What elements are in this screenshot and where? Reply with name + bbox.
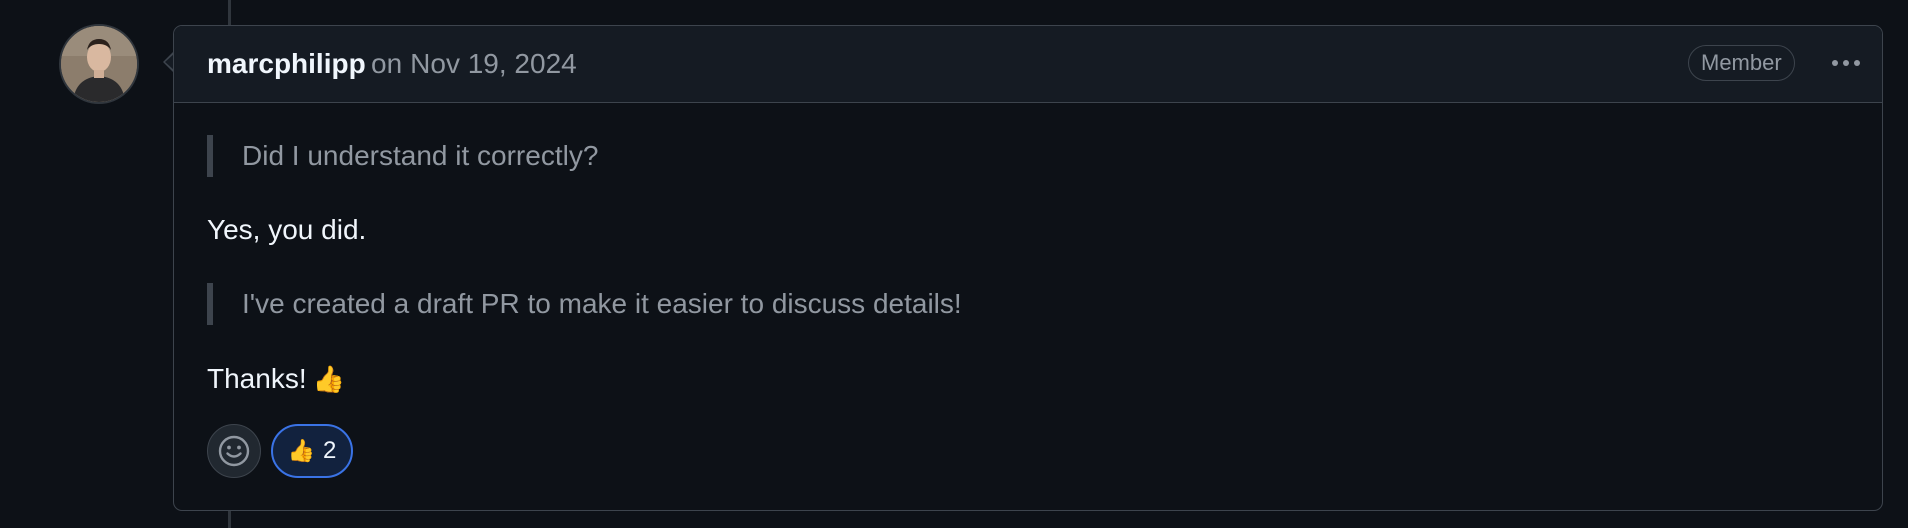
comment-card: marcphilipp on Nov 19, 2024 Member Did I …: [173, 25, 1883, 511]
reaction-count: 2: [323, 437, 337, 464]
avatar[interactable]: [59, 24, 139, 104]
comment-paragraph: Yes, you did.: [207, 214, 367, 245]
more-dot: [1843, 60, 1849, 66]
comment-timestamp[interactable]: on Nov 19, 2024: [371, 48, 577, 80]
quoted-text: Did I understand it correctly?: [207, 135, 598, 177]
on-word: on: [371, 48, 403, 79]
quoted-text: I've created a draft PR to make it easie…: [207, 283, 962, 325]
avatar-image: [61, 26, 137, 102]
comment-paragraph-text: Thanks!: [207, 363, 307, 394]
kebab-horizontal-icon[interactable]: [1826, 49, 1866, 77]
member-role-badge: Member: [1688, 45, 1795, 81]
timeline-page: marcphilipp on Nov 19, 2024 Member Did I …: [0, 0, 1908, 528]
comment-header: marcphilipp on Nov 19, 2024 Member: [174, 26, 1882, 103]
add-reaction-button[interactable]: [207, 424, 261, 478]
comment-date[interactable]: Nov 19, 2024: [410, 48, 577, 79]
timeline-connector-top: [228, 0, 231, 27]
more-dot: [1854, 60, 1860, 66]
timeline-connector-bottom: [228, 511, 231, 528]
comment-author-link[interactable]: marcphilipp: [207, 48, 366, 80]
thumbs-up-reaction-button[interactable]: 👍 2: [271, 424, 353, 478]
comment-paragraph: Thanks! 👍: [207, 359, 345, 399]
smiley-icon: [218, 435, 250, 467]
thumbs-up-icon: 👍: [287, 438, 316, 463]
more-dot: [1832, 60, 1838, 66]
thumbs-up-emoji: 👍: [312, 364, 345, 394]
